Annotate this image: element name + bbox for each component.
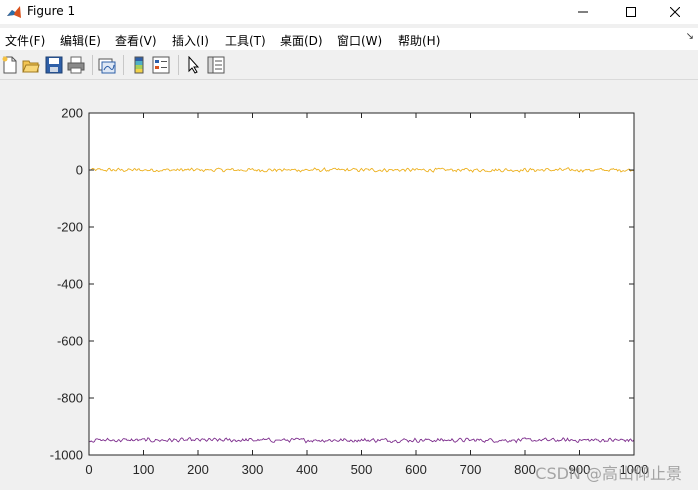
y-tick-label: -600 xyxy=(57,334,83,349)
menu-help[interactable]: 帮助(H) xyxy=(398,32,440,49)
window-titlebar: Figure 1 xyxy=(0,0,698,24)
x-tick-label: 500 xyxy=(351,462,373,477)
menu-edit[interactable]: 编辑(E) xyxy=(60,32,101,49)
figure-toolbar xyxy=(0,51,698,80)
toolbar-separator xyxy=(178,55,179,75)
y-tick-label: -400 xyxy=(57,277,83,292)
y-tick-label: -800 xyxy=(57,391,83,406)
print-icon[interactable] xyxy=(67,56,85,74)
menu-insert[interactable]: 插入(I) xyxy=(172,32,209,49)
minimize-icon xyxy=(578,11,588,13)
x-tick-label: 600 xyxy=(405,462,427,477)
toolbar-separator xyxy=(123,55,124,75)
x-tick-label: 100 xyxy=(133,462,155,477)
y-tick-label: -200 xyxy=(57,220,83,235)
menu-window[interactable]: 窗口(W) xyxy=(337,32,382,49)
x-tick-label: 300 xyxy=(242,462,264,477)
menu-file[interactable]: 文件(F) xyxy=(5,32,45,49)
minimize-button[interactable] xyxy=(560,0,606,24)
line-chart[interactable]: 0 100 200 300 400 500 600 700 800 900 1000-1000-80… xyxy=(0,80,698,490)
maximize-button[interactable] xyxy=(608,0,654,24)
close-button[interactable] xyxy=(652,0,698,24)
x-tick-label: 800 xyxy=(514,462,536,477)
csdn-watermark: CSDN @高山仰止景 xyxy=(535,464,682,483)
property-inspector-icon[interactable] xyxy=(207,56,225,74)
save-icon[interactable] xyxy=(45,56,63,74)
colorbar-icon[interactable] xyxy=(130,56,148,74)
new-figure-icon[interactable] xyxy=(1,56,19,74)
menu-view[interactable]: 查看(V) xyxy=(115,32,157,49)
edit-plot-icon[interactable] xyxy=(185,56,203,74)
legend-icon[interactable] xyxy=(152,56,170,74)
menu-bar: 文件(F) 编辑(E) 查看(V) 插入(I) 工具(T) 桌面(D) 窗口(W… xyxy=(0,28,698,50)
axes-background xyxy=(89,113,634,455)
x-tick-label: 400 xyxy=(296,462,318,477)
toolbar-separator xyxy=(92,55,93,75)
figure-canvas: 0 100 200 300 400 500 600 700 800 900 1000 -1000 -80… xyxy=(0,80,698,490)
window-title: Figure 1 xyxy=(27,4,76,18)
x-tick-label: 0 xyxy=(85,462,92,477)
y-tick-label: 200 xyxy=(61,106,83,121)
maximize-icon xyxy=(626,7,636,17)
link-plot-icon[interactable] xyxy=(98,56,116,74)
y-tick-label: 0 xyxy=(76,163,83,178)
close-icon xyxy=(670,7,680,17)
x-tick-label: 200 xyxy=(187,462,209,477)
y-tick-label: -1000 xyxy=(50,448,83,463)
x-tick-label: 700 xyxy=(460,462,482,477)
dock-arrow-icon[interactable]: ↘ xyxy=(686,31,694,42)
matlab-logo-icon xyxy=(6,4,22,20)
menu-desktop[interactable]: 桌面(D) xyxy=(280,32,323,49)
menu-tools[interactable]: 工具(T) xyxy=(225,32,266,49)
open-file-icon[interactable] xyxy=(22,56,40,74)
